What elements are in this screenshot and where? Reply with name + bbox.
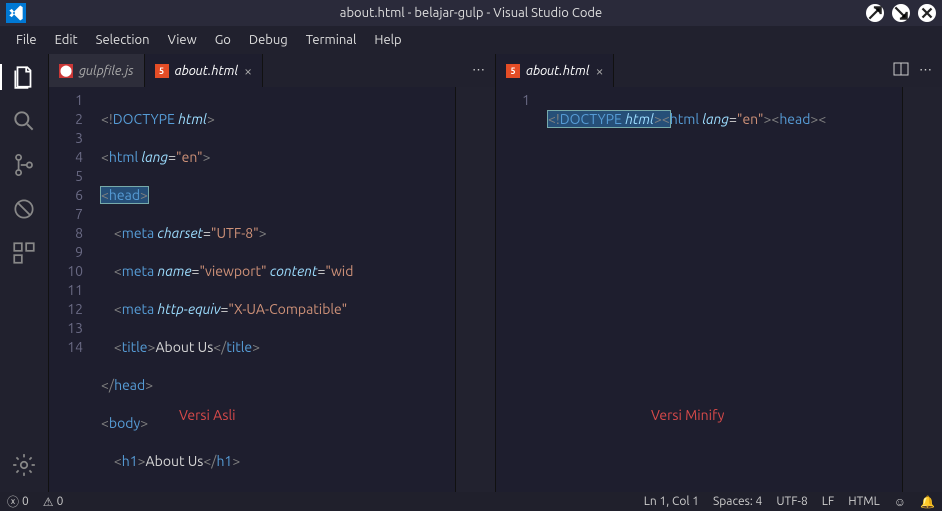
maximize-button[interactable]: [892, 4, 910, 22]
minimap[interactable]: [902, 87, 942, 492]
extensions-icon[interactable]: [11, 240, 37, 266]
menu-selection[interactable]: Selection: [88, 31, 158, 49]
close-tab-icon[interactable]: ×: [244, 63, 252, 79]
menu-file[interactable]: File: [8, 31, 45, 49]
html5-icon: 5: [506, 64, 520, 78]
split-editor-icon[interactable]: [893, 61, 909, 80]
status-feedback-icon[interactable]: ☺: [887, 495, 913, 509]
tab-bar-right: 5 about.html × ⋯: [496, 54, 942, 87]
status-bell-icon[interactable]: 🔔: [913, 495, 942, 509]
status-eol[interactable]: LF: [815, 495, 841, 509]
titlebar: about.html - belajar-gulp - Visual Studi…: [0, 0, 942, 26]
overlay-versi-minify: Versi Minify: [651, 407, 724, 423]
status-spaces[interactable]: Spaces: 4: [706, 495, 769, 509]
close-tab-icon[interactable]: ×: [596, 63, 604, 79]
search-icon[interactable]: [11, 108, 37, 134]
minimize-button[interactable]: [866, 4, 884, 22]
status-ln-col[interactable]: Ln 1, Col 1: [637, 495, 706, 509]
menubar: File Edit Selection View Go Debug Termin…: [0, 26, 942, 54]
tab-about-right[interactable]: 5 about.html ×: [496, 54, 614, 87]
menu-go[interactable]: Go: [207, 31, 239, 49]
editor-pane-right: 5 about.html × ⋯ 1 <!DOCTYPE html><html …: [495, 54, 942, 492]
vscode-icon: [6, 3, 26, 23]
menu-edit[interactable]: Edit: [47, 31, 86, 49]
debug-icon[interactable]: [11, 196, 37, 222]
more-actions-icon[interactable]: ⋯: [919, 63, 932, 78]
status-language[interactable]: HTML: [841, 495, 887, 509]
gulp-file-icon: ⬤: [59, 64, 73, 78]
explorer-icon[interactable]: [11, 64, 37, 90]
activity-bar: [0, 54, 48, 492]
tab-label: about.html: [526, 64, 590, 78]
warning-icon: ⚠: [43, 495, 54, 509]
settings-icon[interactable]: [11, 452, 37, 478]
code-editor-left[interactable]: <!DOCTYPE html> <html lang="en"> <head> …: [95, 87, 455, 492]
line-gutter: 1234567891011121314: [49, 87, 95, 492]
menu-debug[interactable]: Debug: [241, 31, 296, 49]
menu-terminal[interactable]: Terminal: [298, 31, 365, 49]
menu-help[interactable]: Help: [366, 31, 409, 49]
error-icon: ⓧ: [7, 493, 19, 510]
status-encoding[interactable]: UTF-8: [769, 495, 814, 509]
code-editor-right[interactable]: <!DOCTYPE html><html lang="en"><head><: [542, 87, 902, 492]
tab-bar-left: ⬤ gulpfile.js 5 about.html × ⋯: [49, 54, 495, 87]
more-actions-icon[interactable]: ⋯: [472, 63, 485, 78]
window-title: about.html - belajar-gulp - Visual Studi…: [340, 6, 602, 20]
menu-view[interactable]: View: [160, 31, 205, 49]
tab-gulpfile[interactable]: ⬤ gulpfile.js: [49, 54, 145, 87]
tab-label: about.html: [175, 64, 239, 78]
tab-about-left[interactable]: 5 about.html ×: [145, 54, 263, 87]
editor-pane-left: ⬤ gulpfile.js 5 about.html × ⋯ 123456789…: [48, 54, 495, 492]
status-warnings[interactable]: ⚠0: [36, 495, 71, 509]
line-gutter: 1: [496, 87, 542, 492]
source-control-icon[interactable]: [11, 152, 37, 178]
minimap[interactable]: [455, 87, 495, 492]
status-bar: ⓧ0 ⚠0 Ln 1, Col 1 Spaces: 4 UTF-8 LF HTM…: [0, 492, 942, 511]
status-errors[interactable]: ⓧ0: [0, 493, 36, 510]
html5-icon: 5: [155, 64, 169, 78]
close-button[interactable]: [918, 4, 936, 22]
tab-label: gulpfile.js: [79, 64, 134, 78]
overlay-versi-asli: Versi Asli: [179, 407, 236, 423]
